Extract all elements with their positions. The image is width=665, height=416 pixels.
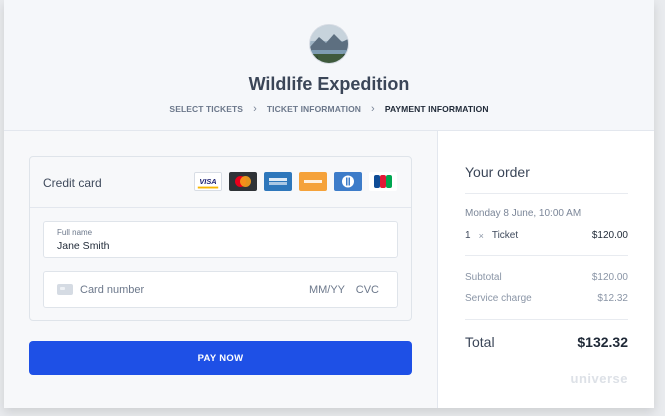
breadcrumb-payment-information: PAYMENT INFORMATION — [384, 104, 489, 114]
total-row: Total $132.32 — [465, 334, 628, 350]
card-number-field[interactable]: Card number MM/YY CVC — [43, 271, 398, 308]
order-line-item: 1 × Ticket $120.00 — [465, 230, 628, 241]
svg-text:VISA: VISA — [199, 177, 216, 186]
times-icon: × — [478, 230, 484, 241]
visa-icon: VISA — [194, 172, 222, 191]
event-title: Wildlife Expedition — [248, 74, 410, 94]
breadcrumb-select-tickets[interactable]: SELECT TICKETS — [169, 104, 243, 114]
checkout-panel: Wildlife Expedition SELECT TICKETS › TIC… — [4, 0, 654, 408]
pay-now-button[interactable]: PAY NOW — [29, 341, 412, 375]
chevron-right-icon: › — [253, 103, 257, 115]
credit-card-form: Credit card VISA Full name Jane Smith Ca… — [29, 156, 412, 321]
credit-card-header: Credit card VISA — [30, 157, 411, 208]
credit-card-icon — [57, 284, 73, 295]
checkout-header: Wildlife Expedition SELECT TICKETS › TIC… — [4, 0, 654, 131]
cvc-input[interactable]: CVC — [356, 284, 379, 296]
card-brand-logos: VISA — [194, 172, 397, 191]
payment-section: Credit card VISA Full name Jane Smith Ca… — [4, 131, 437, 408]
divider — [465, 255, 628, 256]
subtotal-row: Subtotal $120.00 — [465, 272, 628, 283]
full-name-label: Full name — [57, 228, 93, 237]
item-name: Ticket — [491, 230, 519, 241]
card-number-input[interactable]: Card number — [80, 284, 144, 296]
american-express-icon — [264, 172, 292, 191]
service-charge-value: $12.32 — [597, 293, 628, 304]
divider — [465, 193, 628, 194]
breadcrumb: SELECT TICKETS › TICKET INFORMATION › PA… — [4, 103, 654, 115]
order-title: Your order — [465, 164, 530, 180]
breadcrumb-ticket-information[interactable]: TICKET INFORMATION — [267, 104, 361, 114]
expiry-input[interactable]: MM/YY — [309, 284, 345, 296]
universe-logo: universe — [570, 371, 628, 386]
chevron-right-icon: › — [371, 103, 375, 115]
item-quantity: 1 — [465, 230, 471, 241]
full-name-value[interactable]: Jane Smith — [57, 240, 110, 252]
full-name-field[interactable]: Full name Jane Smith — [43, 221, 398, 258]
diners-club-icon — [334, 172, 362, 191]
event-date: Monday 8 June, 10:00 AM — [465, 208, 582, 219]
order-summary: Your order Monday 8 June, 10:00 AM 1 × T… — [437, 131, 654, 408]
subtotal-value: $120.00 — [591, 272, 628, 283]
mountain-lake-image — [310, 25, 348, 63]
subtotal-label: Subtotal — [465, 272, 502, 283]
total-label: Total — [465, 334, 495, 350]
item-price: $120.00 — [591, 230, 628, 241]
jcb-icon — [369, 172, 397, 191]
total-value: $132.32 — [577, 334, 628, 350]
service-charge-label: Service charge — [465, 293, 532, 304]
mastercard-icon — [229, 172, 257, 191]
discover-icon — [299, 172, 327, 191]
credit-card-label: Credit card — [43, 176, 102, 190]
event-avatar — [309, 24, 349, 64]
service-charge-row: Service charge $12.32 — [465, 293, 628, 304]
divider — [465, 319, 628, 320]
